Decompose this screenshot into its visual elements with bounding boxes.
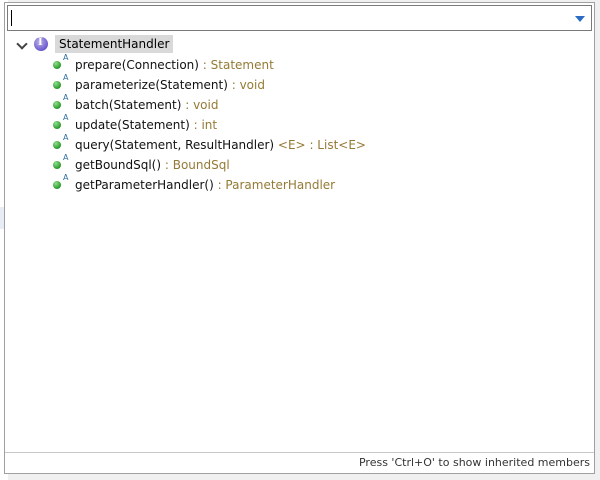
public-method-icon xyxy=(53,81,61,89)
method-signature: batch(Statement) xyxy=(75,98,182,112)
filter-field[interactable] xyxy=(7,5,592,31)
public-method-icon xyxy=(53,181,61,189)
method-return-type: : void xyxy=(227,78,265,92)
quick-outline-popup: StatementHandler A prepare(Connection) :… xyxy=(4,2,595,474)
method-return-type: : List<E> xyxy=(305,138,366,152)
text-caret xyxy=(11,10,12,26)
public-method-icon xyxy=(53,61,61,69)
method-signature: update(Statement) xyxy=(75,118,190,132)
root-label: StatementHandler xyxy=(55,35,174,53)
public-method-icon xyxy=(53,121,61,129)
method-signature: parameterize(Statement) xyxy=(75,78,228,92)
method-signature: getParameterHandler() xyxy=(75,178,214,192)
method-return-type: : void xyxy=(181,98,219,112)
abstract-marker-icon: A xyxy=(63,113,69,122)
tree-root-item[interactable]: StatementHandler xyxy=(15,35,265,55)
method-return-type: : int xyxy=(189,118,218,132)
chevron-down-icon[interactable] xyxy=(16,38,28,50)
method-return-type: : ParameterHandler xyxy=(213,178,336,192)
status-bar: Press 'Ctrl+O' to show inherited members xyxy=(5,452,594,473)
method-signature: getBoundSql() xyxy=(75,158,162,172)
method-signature: query(Statement, ResultHandler) xyxy=(75,138,275,152)
filter-input[interactable] xyxy=(10,8,560,28)
abstract-marker-icon: A xyxy=(63,133,69,142)
method-type-parameter: <E> xyxy=(274,138,306,152)
abstract-marker-icon: A xyxy=(63,153,69,162)
public-method-icon xyxy=(53,161,61,169)
abstract-marker-icon: A xyxy=(63,53,69,62)
abstract-marker-icon: A xyxy=(63,173,69,182)
abstract-marker-icon: A xyxy=(63,93,69,102)
method-signature: prepare(Connection) xyxy=(75,58,199,72)
interface-icon xyxy=(34,37,48,51)
public-method-icon xyxy=(53,141,61,149)
view-menu-icon[interactable] xyxy=(575,16,585,22)
method-return-type: : BoundSql xyxy=(161,158,230,172)
inherited-members-hint: Press 'Ctrl+O' to show inherited members xyxy=(358,456,590,469)
public-method-icon xyxy=(53,101,61,109)
abstract-marker-icon: A xyxy=(63,73,69,82)
method-return-type: : Statement xyxy=(198,58,274,72)
